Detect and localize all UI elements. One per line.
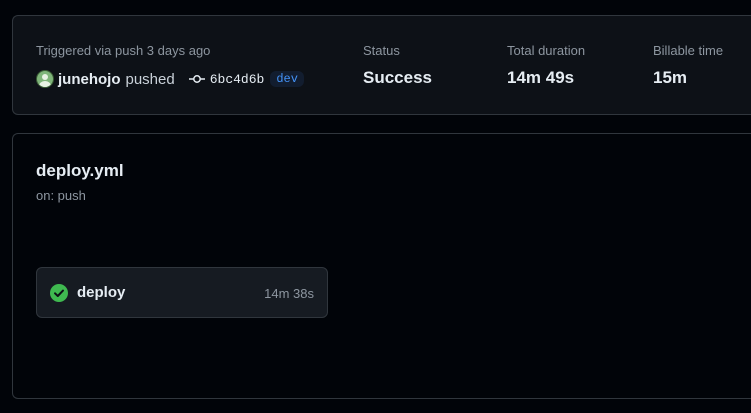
status-value: Success <box>363 68 432 87</box>
job-name: deploy <box>77 284 126 301</box>
actor-link[interactable]: junehojo <box>58 71 121 88</box>
duration-label: Total duration <box>507 43 586 58</box>
trigger-line: junehojo pushed 6bc4d6b dev <box>36 69 304 89</box>
branch-badge[interactable]: dev <box>270 71 304 87</box>
check-circle-icon <box>50 284 68 302</box>
trigger-text: Triggered via push 3 days ago <box>36 43 211 58</box>
duration-value: 14m 49s <box>507 68 575 87</box>
commit-sha-link[interactable]: 6bc4d6b <box>210 72 265 87</box>
workflow-file-name[interactable]: deploy.yml <box>36 161 124 181</box>
billable-value: 15m <box>653 68 688 87</box>
workflow-graph-panel: deploy.yml on: push deploy 14m 38s <box>12 133 751 399</box>
status-label: Status <box>363 43 400 58</box>
billable-label: Billable time <box>653 43 724 58</box>
action-text: pushed <box>125 70 175 88</box>
workflow-trigger: on: push <box>36 188 86 203</box>
avatar[interactable] <box>36 70 54 88</box>
run-summary-panel: Triggered via push 3 days ago junehojo p… <box>12 15 751 115</box>
git-commit-icon <box>188 71 205 87</box>
job-duration: 14m 38s <box>264 286 314 301</box>
job-card-deploy[interactable]: deploy 14m 38s <box>36 267 328 318</box>
